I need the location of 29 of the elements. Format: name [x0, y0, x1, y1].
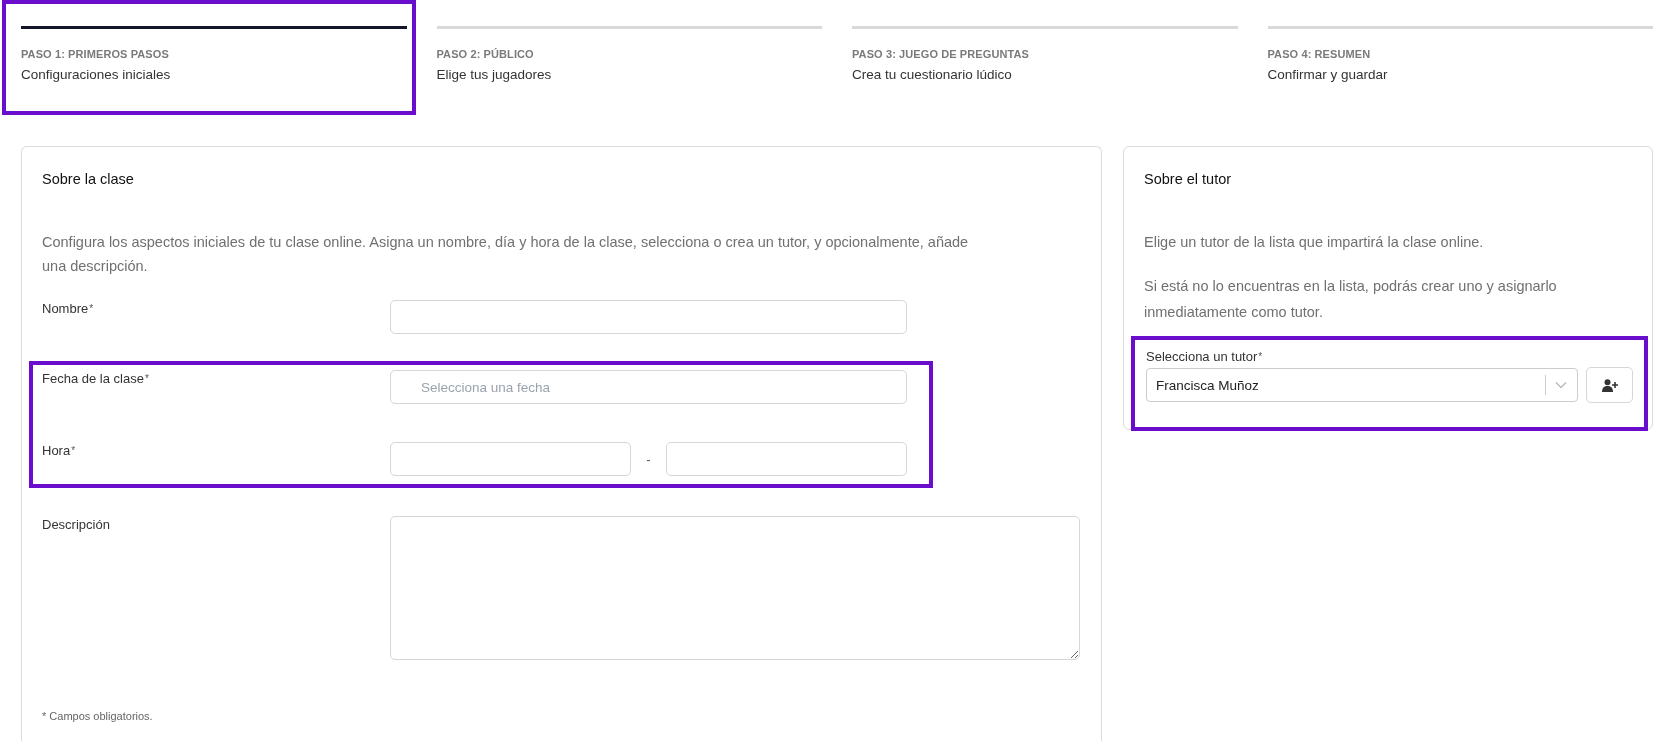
- add-user-icon: [1601, 378, 1618, 392]
- field-label: Selecciona un tutor*: [1146, 349, 1263, 364]
- date-input[interactable]: Selecciona una fecha: [390, 370, 907, 404]
- field-label: Fecha de la clase*: [42, 370, 149, 386]
- tutor-select[interactable]: Francisca Muñoz: [1146, 368, 1578, 402]
- required-fields-note: * Campos obligatorios.: [42, 710, 153, 722]
- field-label: Hora*: [42, 442, 76, 458]
- step-label: PASO 1: PRIMEROS PASOS: [21, 48, 169, 60]
- step-title[interactable]: Configuraciones iniciales: [21, 67, 171, 82]
- range-separator: -: [645, 451, 652, 467]
- end-time-input[interactable]: [666, 442, 907, 476]
- field-label: Nombre*: [42, 300, 94, 316]
- step-title[interactable]: Elige tus jugadores: [436, 67, 552, 82]
- step-title[interactable]: Confirmar y guardar: [1267, 67, 1388, 82]
- card-paragraph: Si está no lo encuentras en la lista, podrás crear uno y asignarlo inmediatamente como tutor.: [1144, 277, 1558, 322]
- step-label: PASO 3: JUEGO DE PREGUNTAS: [852, 48, 1029, 60]
- field-label: Descripción: [42, 516, 110, 532]
- card-description: Configura los aspectos iniciales de tu clase online. Asigna un nombre, día y hora de la clase, selecciona o crea un tutor, y opcionalmente, añade una descripción.: [42, 233, 970, 276]
- start-time-input[interactable]: [390, 442, 631, 476]
- card-paragraph: Elige un tutor de la lista que impartirá la clase online.: [1144, 233, 1485, 252]
- step-title[interactable]: Crea tu cuestionario lúdico: [852, 67, 1012, 82]
- add-tutor-button[interactable]: [1586, 367, 1633, 403]
- chevron-down-icon: [1555, 381, 1567, 389]
- card-title: Sobre el tutor: [1144, 171, 1233, 187]
- step-label: PASO 2: PÚBLICO: [436, 48, 534, 60]
- text-input[interactable]: [390, 300, 907, 334]
- description-textarea[interactable]: [390, 516, 1080, 660]
- card-title: Sobre la clase: [42, 171, 135, 187]
- step-label: PASO 4: RESUMEN: [1267, 48, 1371, 60]
